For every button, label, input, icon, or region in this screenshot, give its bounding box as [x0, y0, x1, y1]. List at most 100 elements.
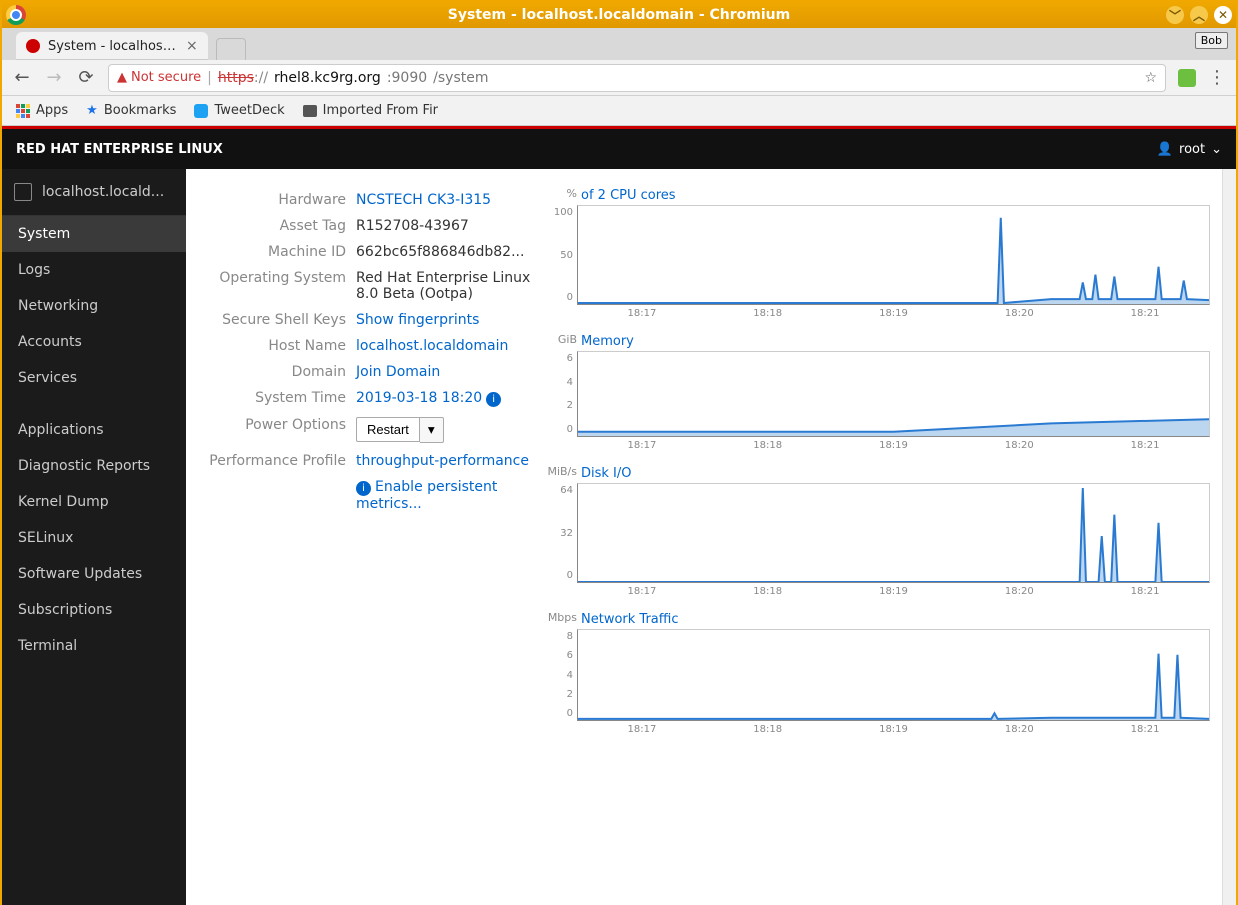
extension-icon[interactable]	[1178, 69, 1196, 87]
chart-of-2-cpu-cores: % of 2 CPU cores 10050018:1718:1818:1918:2…	[541, 187, 1210, 319]
twitter-icon	[194, 104, 208, 118]
sidebar-item-diagnostic-reports[interactable]: Diagnostic Reports	[2, 448, 186, 484]
link-show-fingerprints[interactable]: Show fingerprints	[356, 312, 531, 328]
info-icon: i	[486, 392, 501, 407]
sidebar-host-label: localhost.locald...	[42, 184, 164, 200]
chart-title-link[interactable]: Disk I/O	[581, 466, 632, 481]
y-axis: 100500	[541, 205, 577, 305]
window-title: System - localhost.localdomain - Chromiu…	[2, 7, 1236, 23]
label-ssh: Secure Shell Keys	[186, 312, 356, 328]
brand-title: RED HAT ENTERPRISE LINUX	[16, 142, 223, 157]
apps-shortcut[interactable]: Apps	[16, 103, 68, 118]
sidebar-item-accounts[interactable]: Accounts	[2, 324, 186, 360]
chart-unit: Mbps	[541, 611, 577, 624]
chart-plot[interactable]	[577, 205, 1210, 305]
window-minimize-button[interactable]: ﹀	[1166, 6, 1184, 24]
link-hostname[interactable]: localhost.localdomain	[356, 338, 531, 354]
value-hardware[interactable]: NCSTECH CK3-I315	[356, 192, 531, 208]
label-os: Operating System	[186, 270, 356, 286]
system-details: HardwareNCSTECH CK3-I315 Asset TagR15270…	[186, 187, 531, 887]
chart-title-link[interactable]: Network Traffic	[581, 612, 678, 627]
sidebar-item-logs[interactable]: Logs	[2, 252, 186, 288]
chart-unit: %	[541, 187, 577, 200]
sidebar-item-applications[interactable]: Applications	[2, 412, 186, 448]
not-secure-badge[interactable]: ▲ Not secure	[117, 70, 201, 85]
back-button[interactable]: ←	[12, 67, 32, 88]
x-axis: 18:1718:1818:1918:2018:21	[577, 305, 1210, 319]
chart-unit: GiB	[541, 333, 577, 346]
y-axis: 64320	[541, 483, 577, 583]
app-header: RED HAT ENTERPRISE LINUX 👤 root ⌄	[2, 129, 1236, 169]
sidebar-item-networking[interactable]: Networking	[2, 288, 186, 324]
label-systime: System Time	[186, 390, 356, 406]
window-titlebar: System - localhost.localdomain - Chromiu…	[2, 2, 1236, 28]
chart-plot[interactable]	[577, 629, 1210, 721]
link-perf-profile[interactable]: throughput-performance	[356, 453, 531, 469]
forward-button[interactable]: →	[44, 67, 64, 88]
x-axis: 18:1718:1818:1918:2018:21	[577, 583, 1210, 597]
chart-network-traffic: Mbps Network Traffic 8642018:1718:1818:191…	[541, 611, 1210, 735]
y-axis: 6420	[541, 351, 577, 437]
label-perf: Performance Profile	[186, 453, 356, 469]
browser-menu-icon[interactable]: ⋮	[1208, 67, 1226, 88]
imported-folder[interactable]: Imported From Fir	[303, 103, 438, 118]
sidebar-item-kernel-dump[interactable]: Kernel Dump	[2, 484, 186, 520]
label-hostname: Host Name	[186, 338, 356, 354]
address-bar: ← → ⟳ ▲ Not secure | https://rhel8.kc9rg…	[2, 60, 1236, 96]
sidebar-item-system[interactable]: System	[2, 216, 186, 252]
value-os: Red Hat Enterprise Linux 8.0 Beta (Ootpa…	[356, 270, 531, 302]
browser-tab[interactable]: System - localhost.lo ×	[16, 32, 208, 60]
sidebar-item-subscriptions[interactable]: Subscriptions	[2, 592, 186, 628]
chart-title-link[interactable]: of 2 CPU cores	[581, 188, 676, 203]
value-asset: R152708-43967	[356, 218, 531, 234]
window-close-button[interactable]: ✕	[1214, 6, 1232, 24]
chart-plot[interactable]	[577, 351, 1210, 437]
apps-icon	[16, 104, 30, 118]
x-axis: 18:1718:1818:1918:2018:21	[577, 437, 1210, 451]
new-tab-button[interactable]	[216, 38, 246, 60]
link-systime[interactable]: 2019-03-18 18:20i	[356, 390, 531, 407]
chart-plot[interactable]	[577, 483, 1210, 583]
tab-close-icon[interactable]: ×	[186, 38, 198, 54]
url-input[interactable]: ▲ Not secure | https://rhel8.kc9rg.org:9…	[108, 64, 1166, 92]
label-hardware: Hardware	[186, 192, 356, 208]
sidebar-item-services[interactable]: Services	[2, 360, 186, 396]
chart-title-link[interactable]: Memory	[581, 334, 634, 349]
charts-panel: %of 2 CPU cores10050018:1718:1818:1918:2…	[541, 187, 1210, 887]
y-axis: 86420	[541, 629, 577, 721]
tab-strip: System - localhost.lo × Bob	[2, 28, 1236, 60]
window-maximize-button[interactable]: ︿	[1190, 6, 1208, 24]
user-menu[interactable]: 👤 root ⌄	[1157, 142, 1222, 157]
link-join-domain[interactable]: Join Domain	[356, 364, 531, 380]
chart-memory: GiB Memory 642018:1718:1818:1918:2018:21	[541, 333, 1210, 451]
profile-badge[interactable]: Bob	[1195, 32, 1228, 49]
link-enable-metrics[interactable]: iEnable persistent metrics...	[356, 479, 531, 512]
sidebar-host[interactable]: localhost.locald...	[2, 169, 186, 216]
chart-unit: MiB/s	[541, 465, 577, 478]
vertical-scrollbar[interactable]	[1222, 169, 1236, 905]
redhat-icon	[26, 39, 40, 53]
folder-icon	[303, 105, 317, 117]
label-asset: Asset Tag	[186, 218, 356, 234]
sidebar-item-software-updates[interactable]: Software Updates	[2, 556, 186, 592]
bookmarks-shortcut[interactable]: ★Bookmarks	[86, 103, 176, 118]
user-name: root	[1179, 142, 1205, 157]
server-icon	[14, 183, 32, 201]
power-menu-toggle[interactable]: ▾	[420, 417, 444, 443]
label-machineid: Machine ID	[186, 244, 356, 260]
x-axis: 18:1718:1818:1918:2018:21	[577, 721, 1210, 735]
user-icon: 👤	[1157, 142, 1173, 157]
label-domain: Domain	[186, 364, 356, 380]
info-icon: i	[356, 481, 371, 496]
app-body: localhost.locald... SystemLogsNetworking…	[2, 169, 1236, 905]
reload-button[interactable]: ⟳	[76, 67, 96, 88]
bookmark-star-icon[interactable]: ☆	[1144, 70, 1157, 86]
chevron-down-icon: ⌄	[1211, 142, 1222, 157]
value-machineid: 662bc65f886846db82...	[356, 244, 531, 260]
sidebar-item-selinux[interactable]: SELinux	[2, 520, 186, 556]
sidebar-item-terminal[interactable]: Terminal	[2, 628, 186, 664]
tweetdeck-shortcut[interactable]: TweetDeck	[194, 103, 284, 118]
bookmarks-bar: Apps ★Bookmarks TweetDeck Imported From …	[2, 96, 1236, 126]
chromium-icon	[6, 5, 26, 25]
restart-button[interactable]: Restart	[356, 417, 420, 442]
